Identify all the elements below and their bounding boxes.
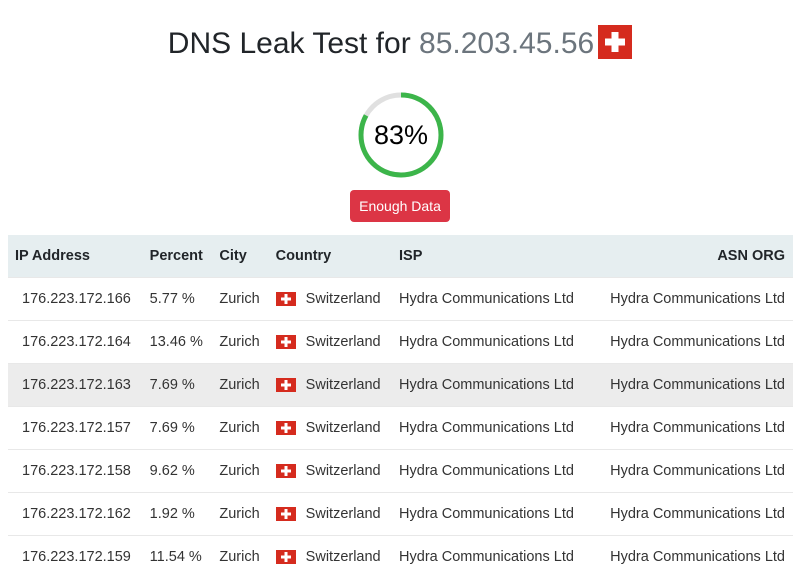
country-cell: Switzerland <box>268 405 393 449</box>
asn-cell: Hydra Communications Ltd <box>596 491 793 535</box>
ip-cell: 176.223.172.163 <box>8 362 143 406</box>
ip-cell: 176.223.172.164 <box>8 319 143 363</box>
country-cell: Switzerland <box>268 534 393 578</box>
ip-cell: 176.223.172.158 <box>8 448 143 492</box>
asn-cell: Hydra Communications Ltd <box>596 362 793 406</box>
asn-cell: Hydra Communications Ltd <box>596 448 793 492</box>
column-header: Country <box>275 247 332 264</box>
city-cell: Zurich <box>212 362 269 406</box>
percent-cell: 13.46 % <box>142 319 213 363</box>
column-header: IP Address <box>15 247 90 264</box>
percent-cell: 11.54 % <box>142 534 213 578</box>
tested-ip: 85.203.45.56 <box>419 27 595 60</box>
country-cell: Switzerland <box>268 362 393 406</box>
switzerland-flag-icon <box>598 25 633 60</box>
score-ring: 83% <box>357 91 445 179</box>
table-row: 176.223.172.157 7.69 % Zurich Switzerlan… <box>8 405 793 449</box>
percent-cell: 7.69 % <box>142 362 213 406</box>
isp-cell: Hydra Communications Ltd <box>392 491 597 535</box>
column-header: ASN ORG <box>717 247 785 264</box>
column-header: Percent <box>149 247 203 264</box>
switzerland-flag-icon <box>275 506 296 521</box>
column-header: City <box>219 247 247 264</box>
city-cell: Zurich <box>212 276 269 320</box>
isp-cell: Hydra Communications Ltd <box>392 448 597 492</box>
switzerland-flag-icon <box>275 549 296 564</box>
country-cell: Switzerland <box>268 491 393 535</box>
asn-cell: Hydra Communications Ltd <box>596 276 793 320</box>
switzerland-flag-icon <box>275 377 296 392</box>
asn-cell: Hydra Communications Ltd <box>596 405 793 449</box>
city-cell: Zurich <box>212 405 269 449</box>
asn-cell: Hydra Communications Ltd <box>596 319 793 363</box>
column-header: ISP <box>399 247 423 264</box>
isp-cell: Hydra Communications Ltd <box>392 534 597 578</box>
percent-cell: 7.69 % <box>142 405 213 449</box>
isp-cell: Hydra Communications Ltd <box>392 362 597 406</box>
switzerland-flag-icon <box>275 291 296 306</box>
ip-cell: 176.223.172.162 <box>8 491 143 535</box>
table-row: 176.223.172.162 1.92 % Zurich Switzerlan… <box>8 491 793 535</box>
switzerland-flag-icon <box>275 334 296 349</box>
country-cell: Switzerland <box>268 276 393 320</box>
city-cell: Zurich <box>212 448 269 492</box>
results-table: IP Address Percent City Country ISP ASN ORG 1… <box>8 235 793 578</box>
percent-cell: 9.62 % <box>142 448 213 492</box>
enough-data-button[interactable]: Enough Data <box>350 190 450 222</box>
isp-cell: Hydra Communications Ltd <box>392 276 597 320</box>
switzerland-flag-icon <box>275 420 296 435</box>
score-label: 83% <box>373 120 429 150</box>
table-row: 176.223.172.163 7.69 % Zurich Switzerlan… <box>8 362 793 406</box>
percent-cell: 1.92 % <box>142 491 213 535</box>
city-cell: Zurich <box>212 319 269 363</box>
isp-cell: Hydra Communications Ltd <box>392 319 597 363</box>
table-row: 176.223.172.166 5.77 % Zurich Switzerlan… <box>8 276 793 320</box>
switzerland-flag-icon <box>275 463 296 478</box>
page-title: DNS Leak Test for 85.203.45.56 <box>0 24 800 64</box>
country-cell: Switzerland <box>268 448 393 492</box>
percent-cell: 5.77 % <box>142 276 213 320</box>
table-row: 176.223.172.159 11.54 % Zurich Switzerla… <box>8 534 793 578</box>
isp-cell: Hydra Communications Ltd <box>392 405 597 449</box>
asn-cell: Hydra Communications Ltd <box>596 534 793 578</box>
ip-cell: 176.223.172.157 <box>8 405 143 449</box>
ip-cell: 176.223.172.159 <box>8 534 143 578</box>
table-header: IP Address Percent City Country ISP ASN ORG <box>8 235 793 277</box>
table-row: 176.223.172.158 9.62 % Zurich Switzerlan… <box>8 448 793 492</box>
city-cell: Zurich <box>212 534 269 578</box>
country-cell: Switzerland <box>268 319 393 363</box>
city-cell: Zurich <box>212 491 269 535</box>
ip-cell: 176.223.172.166 <box>8 276 143 320</box>
table-row: 176.223.172.164 13.46 % Zurich Switzerla… <box>8 319 793 363</box>
